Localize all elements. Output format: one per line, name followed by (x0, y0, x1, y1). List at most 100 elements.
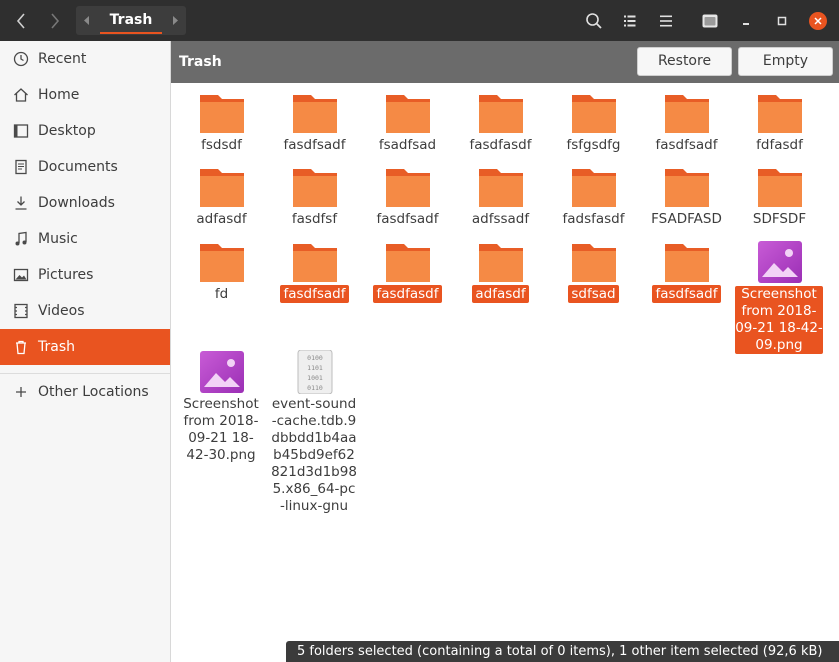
empty-trash-button[interactable]: Empty (738, 47, 833, 76)
binary-file-icon: 0100 1101 1001 0110 (297, 350, 333, 394)
sidebar-item-desktop[interactable]: Desktop (0, 113, 170, 149)
sidebar-item-label: Recent (38, 51, 87, 67)
desktop-icon (13, 124, 29, 138)
trash-bar-title: Trash (179, 54, 222, 70)
minimize-button[interactable] (732, 7, 760, 35)
path-crumb-trash[interactable]: Trash (98, 6, 164, 35)
app-menu-button[interactable] (696, 7, 724, 35)
folder-icon (572, 169, 616, 207)
sidebar-item-label: Documents (38, 159, 118, 175)
folder-icon (665, 169, 709, 207)
sidebar-item-documents[interactable]: Documents (0, 149, 170, 185)
window-icon (702, 14, 718, 28)
sidebar: Recent Home Desktop Documents Downloads … (0, 41, 171, 662)
chevron-left-icon (16, 13, 25, 29)
folder-icon (665, 244, 709, 282)
home-icon (14, 88, 28, 102)
file-name: fasdfsadf (376, 211, 439, 227)
trash-action-bar: Trash Restore Empty (171, 41, 839, 83)
sidebar-item-label: Music (38, 231, 78, 247)
file-name: Screenshot from 2018-09-21 18-42-30.png (183, 396, 259, 463)
sidebar-item-trash[interactable]: Trash (0, 329, 170, 365)
folder-icon (200, 244, 244, 282)
folder-icon (572, 95, 616, 133)
folder-icon (479, 95, 523, 133)
file-name: fadsfasdf (562, 211, 625, 227)
sidebar-item-recent[interactable]: Recent (0, 41, 170, 77)
folder-icon (758, 169, 802, 207)
sidebar-item-label: Pictures (38, 267, 94, 283)
maximize-icon (777, 16, 787, 26)
file-name: fasdfsadf (283, 137, 346, 153)
sidebar-item-music[interactable]: Music (0, 221, 170, 257)
sidebar-item-label: Trash (38, 339, 75, 355)
folder-icon (479, 169, 523, 207)
clock-icon (13, 51, 29, 67)
file-grid: fsdsdf fasdfsadf fsadfsad fasdfasdf fsfg… (171, 83, 839, 662)
music-icon (15, 231, 27, 246)
chevron-right-icon (51, 13, 60, 29)
plus-icon (16, 387, 26, 397)
trash-icon (16, 340, 26, 355)
file-name: fsfgsdfg (566, 137, 621, 153)
sidebar-item-other-locations[interactable]: Other Locations (0, 374, 170, 410)
sidebar-item-label: Downloads (38, 195, 115, 211)
file-name: SDFSDF (752, 211, 807, 227)
path-bar: Trash (76, 6, 186, 35)
svg-text:0110: 0110 (307, 384, 323, 392)
menu-button[interactable] (652, 7, 680, 35)
file-name: fasdfsf (291, 211, 338, 227)
path-crumb-underline (100, 32, 162, 34)
video-icon (14, 303, 28, 319)
restore-button[interactable]: Restore (637, 47, 732, 76)
document-icon (15, 159, 27, 175)
hamburger-menu-icon (660, 15, 672, 27)
folder-icon (665, 95, 709, 133)
file-name: fd (214, 286, 229, 302)
file-name: fsdsdf (201, 137, 242, 153)
maximize-button[interactable] (768, 7, 796, 35)
view-toggle-button[interactable] (616, 7, 644, 35)
picture-icon (13, 268, 29, 282)
folder-icon (293, 169, 337, 207)
sidebar-item-pictures[interactable]: Pictures (0, 257, 170, 293)
svg-text:1001: 1001 (307, 374, 323, 382)
search-button[interactable] (580, 7, 608, 35)
file-name: fdfasdf (756, 137, 803, 153)
download-icon (15, 196, 27, 210)
file-name: adfasdf (472, 285, 529, 303)
file-name: fasdfsadf (652, 285, 721, 303)
file-name: FSADFASD (651, 211, 722, 227)
file-name: Screenshot from 2018-09-21 18-42-09.png (735, 286, 823, 354)
sidebar-item-videos[interactable]: Videos (0, 293, 170, 329)
file-name: fasdfasdf (469, 137, 532, 153)
selection-status: 5 folders selected (containing a total o… (286, 641, 839, 662)
sidebar-item-home[interactable]: Home (0, 77, 170, 113)
close-icon (814, 17, 822, 25)
folder-icon (479, 244, 523, 282)
minimize-icon (743, 23, 749, 25)
folder-icon (200, 95, 244, 133)
sidebar-item-label: Other Locations (38, 384, 149, 400)
triangle-right-icon (173, 16, 178, 25)
sidebar-item-downloads[interactable]: Downloads (0, 185, 170, 221)
path-scroll-left[interactable] (80, 6, 94, 35)
svg-text:1101: 1101 (307, 364, 323, 372)
forward-button[interactable] (40, 6, 70, 36)
file-name: fasdfsadf (280, 285, 349, 303)
svg-text:0100: 0100 (307, 354, 323, 362)
search-icon (586, 13, 602, 29)
folder-icon (386, 95, 430, 133)
header-bar: Trash (0, 0, 839, 41)
path-scroll-right[interactable] (168, 6, 182, 35)
folder-icon (386, 169, 430, 207)
sidebar-item-label: Desktop (38, 123, 96, 139)
sidebar-item-label: Home (38, 87, 80, 103)
close-button[interactable] (804, 7, 832, 35)
back-button[interactable] (6, 6, 36, 36)
sidebar-item-label: Videos (38, 303, 85, 319)
folder-icon (758, 95, 802, 133)
image-file-icon (758, 241, 802, 283)
image-file-icon (200, 351, 244, 393)
file-name: adfasdf (196, 211, 247, 227)
